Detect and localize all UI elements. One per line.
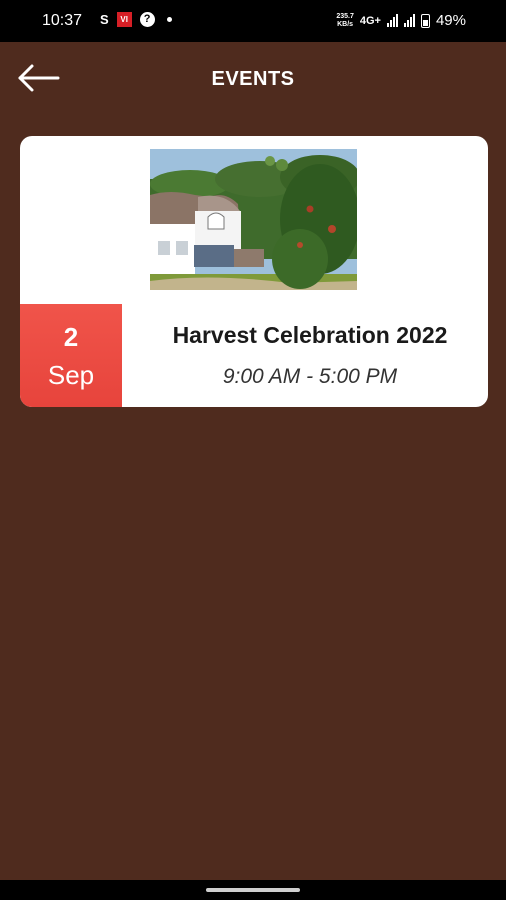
more-notifications-dot-icon (166, 17, 172, 22)
app-header: EVENTS (0, 42, 506, 116)
signal-icon (386, 14, 398, 27)
app-screen: 10:37 S VI ? 235.7 KB/s 4G+ 49% EVENTS 2… (0, 0, 506, 900)
network-speed: 235.7 KB/s (336, 12, 354, 28)
vi-app-icon: VI (116, 12, 132, 27)
status-bar: 10:37 S VI ? 235.7 KB/s 4G+ 49% (0, 0, 506, 42)
event-image (150, 149, 357, 290)
event-title: Harvest Celebration 2022 (172, 322, 448, 348)
battery-percent: 49% (435, 12, 466, 29)
s-app-icon: S (100, 12, 109, 27)
status-time: 10:37 (42, 12, 83, 29)
event-card[interactable]: 2 Sep Harvest Celebration 2022 9:00 AM -… (20, 136, 488, 407)
event-time: 9:00 AM - 5:00 PM (222, 365, 398, 388)
signal-2-icon (403, 14, 415, 27)
page-title: EVENTS (211, 68, 295, 90)
system-icons: 235.7 KB/s 4G+ 49% (336, 12, 466, 29)
notification-icons: S VI ? (100, 12, 172, 27)
battery-icon (420, 13, 430, 28)
home-indicator[interactable] (206, 888, 300, 892)
event-day: 2 (63, 322, 79, 352)
help-icon: ? (139, 12, 155, 27)
network-type: 4G+ (359, 14, 381, 27)
barn-photo (150, 149, 357, 290)
event-month: Sep (47, 360, 95, 390)
event-date-badge: 2 Sep (20, 304, 122, 407)
system-nav-bar (0, 880, 506, 900)
